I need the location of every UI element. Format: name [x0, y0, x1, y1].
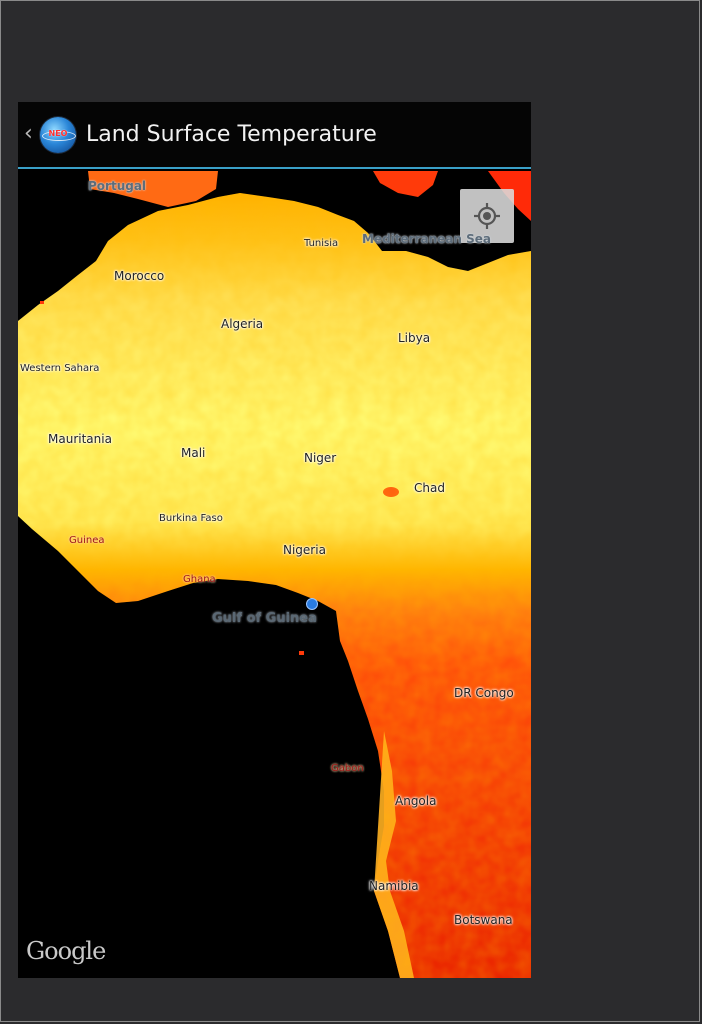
label-namibia: Namibia: [369, 879, 419, 893]
map-imagery: [18, 171, 531, 978]
temperature-map[interactable]: Portugal Tunisia Mediterranean Sea Moroc…: [18, 171, 531, 978]
label-chad: Chad: [414, 481, 445, 495]
label-guinea: Guinea: [69, 535, 105, 546]
chevron-left-icon[interactable]: ‹: [24, 120, 33, 148]
label-nigeria: Nigeria: [283, 543, 326, 557]
label-western-sahara: Western Sahara: [20, 363, 100, 374]
phone-screen: ‹ NEO Land Surface Temperature Portugal …: [18, 102, 531, 978]
google-attribution[interactable]: Google: [26, 937, 106, 965]
app-logo-icon[interactable]: NEO: [40, 117, 76, 153]
page-title: Land Surface Temperature: [86, 122, 377, 147]
label-algeria: Algeria: [221, 317, 264, 331]
label-botswana: Botswana: [454, 913, 513, 927]
label-morocco: Morocco: [114, 269, 165, 283]
label-mauritania: Mauritania: [48, 432, 112, 446]
island-small: [40, 301, 44, 304]
label-tunisia: Tunisia: [304, 238, 339, 249]
label-portugal: Portugal: [88, 179, 147, 193]
label-mediterranean-sea: Mediterranean Sea: [362, 232, 491, 246]
label-dr-congo: DR Congo: [454, 686, 514, 700]
location-marker[interactable]: [306, 598, 318, 610]
logo-text: NEO: [48, 129, 68, 138]
italy-landmass: [373, 171, 438, 197]
label-gulf-of-guinea: Gulf of Guinea: [212, 611, 317, 626]
label-niger: Niger: [304, 451, 337, 465]
label-gabon: Gabon: [331, 763, 364, 774]
label-mali: Mali: [181, 446, 206, 460]
label-angola: Angola: [395, 794, 437, 808]
my-location-icon: [474, 203, 500, 229]
land-texture: [18, 193, 531, 978]
island: [299, 651, 304, 655]
action-bar: ‹ NEO Land Surface Temperature: [18, 102, 531, 169]
label-burkina-faso: Burkina Faso: [159, 513, 223, 524]
label-ghana: Ghana: [183, 574, 216, 585]
label-libya: Libya: [398, 331, 431, 345]
